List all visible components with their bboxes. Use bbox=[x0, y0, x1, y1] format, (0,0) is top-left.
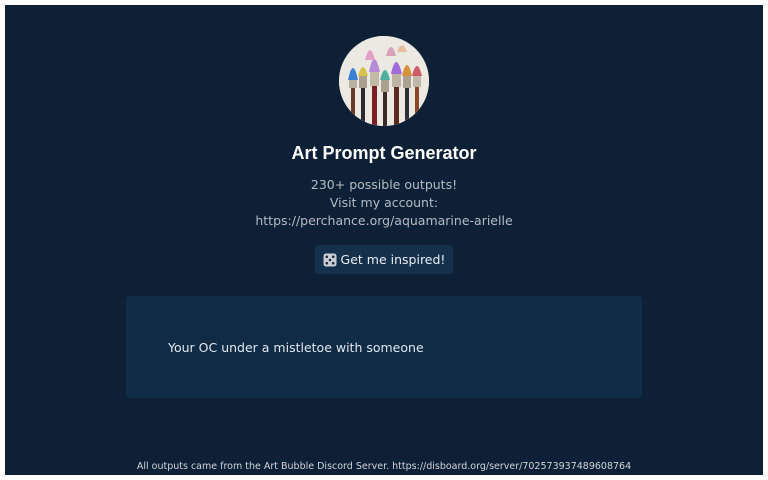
prompt-output: Your OC under a mistletoe with someone bbox=[168, 340, 424, 355]
description-line-outputs: 230+ possible outputs! bbox=[310, 177, 458, 192]
paintbrushes-illustration bbox=[339, 36, 429, 126]
account-link[interactable]: https://perchance.org/aquamarine-arielle bbox=[5, 212, 763, 230]
app-frame: Art Prompt Generator 230+ possible outpu… bbox=[5, 5, 763, 475]
description: 230+ possible outputs! Visit my account:… bbox=[5, 176, 763, 230]
output-card: Your OC under a mistletoe with someone bbox=[126, 296, 642, 398]
get-inspired-label: Get me inspired! bbox=[340, 252, 446, 267]
description-line-visit: Visit my account: bbox=[329, 195, 439, 210]
dice-icon bbox=[323, 253, 337, 267]
get-inspired-button[interactable]: Get me inspired! bbox=[315, 245, 453, 274]
paintbrushes-photo-icon bbox=[339, 36, 429, 126]
page-title: Art Prompt Generator bbox=[291, 143, 477, 163]
footer-credit: All outputs came from the Art Bubble Dis… bbox=[136, 461, 632, 472]
